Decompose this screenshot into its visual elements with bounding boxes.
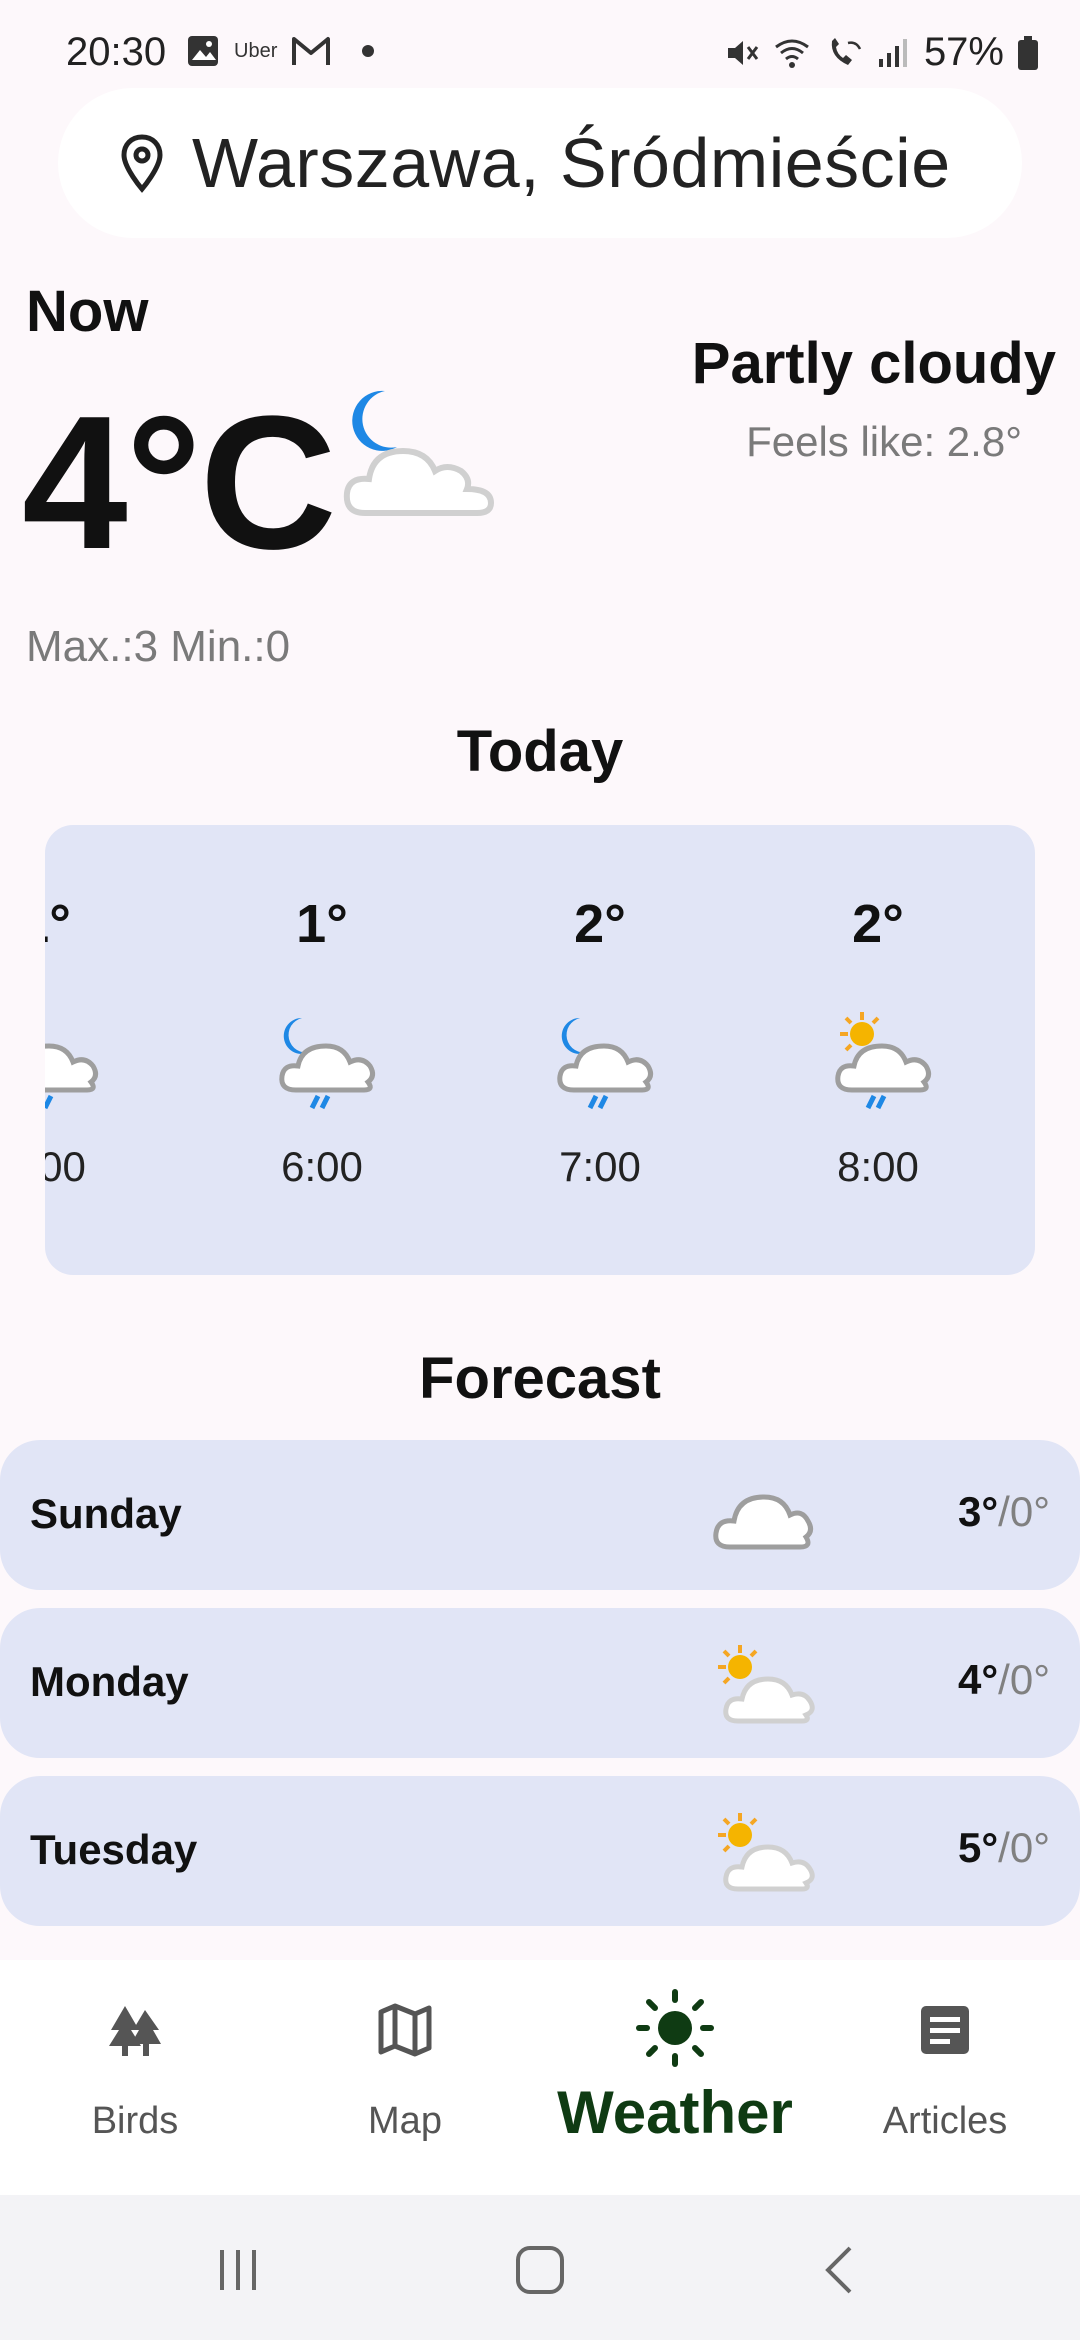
location-name: Warszawa, Śródmieście xyxy=(192,124,951,202)
forecast-min: /0° xyxy=(998,1656,1050,1703)
nav-label: Weather xyxy=(557,2079,793,2146)
hourly-item: 2° 8:00 xyxy=(808,825,948,1275)
forecast-max: 3° xyxy=(958,1488,999,1535)
forecast-day: Tuesday xyxy=(30,1826,198,1873)
hourly-forecast-list[interactable]: 1° 5:00 1° 6:00 2° 7:00 2° xyxy=(45,825,1035,1275)
forecast-row-monday[interactable]: Monday 4°/0° xyxy=(0,1608,1080,1758)
current-temperature: 4°C xyxy=(22,377,337,589)
forecast-max: 5° xyxy=(958,1824,999,1871)
cloud-icon xyxy=(713,1494,814,1550)
night-cloud-rain-icon xyxy=(45,1043,99,1110)
status-time: 20:30 xyxy=(66,30,167,74)
uber-icon: Uber xyxy=(234,39,278,62)
hourly-time: 7:00 xyxy=(559,1143,641,1190)
hourly-time: 8:00 xyxy=(837,1143,919,1190)
home-icon[interactable] xyxy=(510,2240,570,2300)
map-icon xyxy=(378,2003,432,2057)
wifi-icon xyxy=(775,39,809,68)
mute-icon xyxy=(727,40,759,65)
location-pin-icon xyxy=(121,134,163,193)
forecast-temperature: 5°/0° xyxy=(958,1824,1050,1872)
location-selector[interactable]: Warszawa, Śródmieście xyxy=(58,88,1022,238)
forecast-title: Forecast xyxy=(419,1346,661,1411)
wifi-call-icon xyxy=(831,37,862,65)
back-icon[interactable] xyxy=(812,2240,872,2300)
sun-icon xyxy=(636,1989,714,2067)
sun-cloud-icon xyxy=(718,1813,815,1892)
forecast-max: 4° xyxy=(958,1656,999,1703)
hourly-temp: 1° xyxy=(45,894,71,954)
battery-percent: 57% xyxy=(923,30,1004,74)
forecast-row-sunday[interactable]: Sunday 3°/0° xyxy=(0,1440,1080,1590)
now-label: Now xyxy=(26,279,149,344)
hourly-time: 5:00 xyxy=(45,1143,86,1190)
system-status-icons: 57% xyxy=(724,30,1040,75)
feels-like: Feels like: 2.8° xyxy=(746,418,1022,465)
forecast-day: Monday xyxy=(30,1658,189,1705)
sun-cloud-rain-icon xyxy=(835,1012,932,1110)
today-title: Today xyxy=(456,719,624,784)
dot-icon xyxy=(362,45,375,57)
night-cloud-rain-icon xyxy=(557,1017,654,1110)
nav-birds[interactable]: Birds xyxy=(0,1960,270,2195)
nav-weather[interactable]: Weather xyxy=(540,1960,810,2195)
nav-articles[interactable]: Articles xyxy=(810,1960,1080,2195)
nav-label: Map xyxy=(368,2100,442,2142)
hourly-item: 2° 7:00 xyxy=(530,825,670,1275)
sun-cloud-icon xyxy=(718,1645,815,1724)
hourly-item: 1° 6:00 xyxy=(252,825,392,1275)
forecast-min: /0° xyxy=(998,1824,1050,1871)
weather-condition: Partly cloudy xyxy=(691,331,1056,396)
system-navigation-bar xyxy=(0,2195,1080,2340)
bottom-navigation: Birds Map Weather Articles xyxy=(0,1960,1080,2195)
gmail-icon xyxy=(292,37,331,65)
trees-icon xyxy=(109,2006,161,2056)
hourly-temp: 2° xyxy=(574,894,626,954)
forecast-temperature: 3°/0° xyxy=(958,1488,1050,1536)
night-cloud-rain-icon xyxy=(279,1017,376,1110)
nav-map[interactable]: Map xyxy=(270,1960,540,2195)
signal-icon xyxy=(878,38,907,67)
forecast-min: /0° xyxy=(998,1488,1050,1535)
night-cloudy-icon xyxy=(343,390,495,516)
min-max-temperature: Max.:3 Min.:0 xyxy=(26,622,291,671)
hourly-item: 1° 5:00 xyxy=(45,825,115,1275)
recent-apps-icon[interactable] xyxy=(208,2240,268,2300)
forecast-day: Sunday xyxy=(30,1490,182,1537)
notification-icons: Uber xyxy=(186,34,375,68)
nav-label: Articles xyxy=(882,2100,1008,2142)
forecast-temperature: 4°/0° xyxy=(958,1656,1050,1704)
hourly-time: 6:00 xyxy=(281,1143,363,1190)
hourly-temp: 1° xyxy=(296,894,348,954)
forecast-row-tuesday[interactable]: Tuesday 5°/0° xyxy=(0,1776,1080,1926)
nav-label: Birds xyxy=(91,2100,179,2142)
article-icon xyxy=(921,2006,969,2054)
hourly-temp: 2° xyxy=(852,894,904,954)
image-icon xyxy=(188,36,218,66)
battery-icon xyxy=(1018,35,1038,70)
status-bar: 20:30 Uber 57% xyxy=(0,0,1080,100)
